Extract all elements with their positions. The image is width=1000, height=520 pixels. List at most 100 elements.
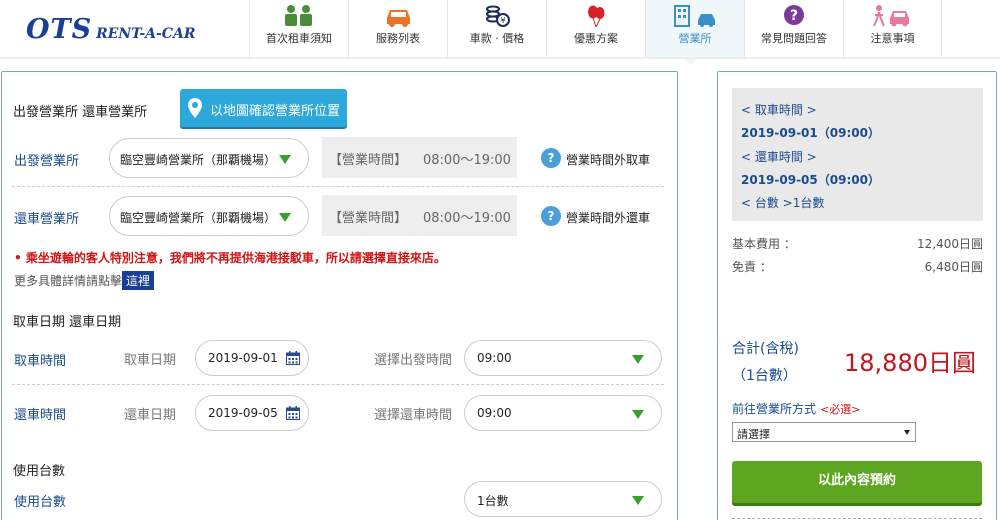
return-time-select[interactable]: 09:00	[464, 395, 662, 431]
nav-offices[interactable]: 營業所	[645, 0, 744, 65]
chevron-down-icon	[632, 410, 644, 419]
total-label: 合計(含稅) （1台數）	[732, 336, 799, 390]
nav-first-time[interactable]: 首次租車須知	[249, 0, 348, 57]
svg-text:?: ?	[790, 8, 798, 24]
fee-value: 6,480日圓	[924, 260, 983, 274]
ots-logo[interactable]: OTS RENT-A-CAR	[26, 14, 196, 45]
return-hours: 【營業時間】 08:00〜19:00	[322, 195, 517, 236]
site-header: OTS RENT-A-CAR 首次租車須知 服務列表 ¥ 車款 · 價格 優惠方…	[0, 0, 1000, 65]
chevron-down-icon	[632, 355, 644, 364]
car-icon	[387, 10, 410, 27]
hours-label: 【營業時間】	[329, 153, 408, 168]
nav-label: 服務列表	[376, 32, 420, 45]
cars-section-title: 使用台數	[13, 464, 66, 479]
car-count-value: 1台數	[477, 494, 509, 508]
depart-office-label: 出發營業所	[14, 154, 80, 169]
pickup-time-value: 09:00	[477, 351, 512, 365]
chevron-down-icon	[279, 213, 291, 222]
summary-pickup-value: 2019-09-01（09:00）	[741, 126, 880, 140]
total-label-line1: 合計(含稅)	[732, 341, 799, 357]
calendar-icon	[286, 351, 300, 365]
fee-label: 免責 ：	[732, 260, 772, 274]
divider	[12, 384, 664, 385]
return-date-label: 還車日期	[124, 408, 177, 423]
after-hours-return[interactable]: 營業時間外還車	[566, 209, 650, 226]
access-method-select[interactable]: 請選擇	[732, 422, 916, 442]
map-pin-icon	[188, 98, 202, 118]
question-icon: ?	[784, 5, 804, 25]
nav-services[interactable]: 服務列表	[348, 0, 447, 57]
people-icon	[285, 5, 312, 26]
calendar-icon	[286, 406, 300, 420]
depart-office-select[interactable]: 臨空豐崎營業所（那覇機場）	[109, 138, 309, 178]
cruise-warning: • 乘坐遊輪的客人特別注意，我們將不再提供海港接駁車，所以請選擇直接來店。	[14, 251, 446, 265]
more-info-text: 更多具體詳情請點擊	[14, 274, 123, 288]
pedestrian-car-icon	[873, 5, 909, 27]
chevron-down-icon	[904, 430, 910, 435]
nav-label: 首次租車須知	[266, 32, 332, 45]
pickup-time-select[interactable]: 09:00	[464, 340, 662, 376]
fee-label: 基本費用 ：	[732, 237, 796, 251]
return-date-input[interactable]: 2019-09-05	[195, 395, 309, 431]
divider	[12, 186, 664, 187]
page: OTS RENT-A-CAR 首次租車須知 服務列表 ¥ 車款 · 價格 優惠方…	[0, 0, 1000, 520]
more-info-link[interactable]: 這裡	[122, 271, 155, 290]
return-time-select-label: 選擇還車時間	[374, 408, 453, 423]
access-method: 前往營業所方式 <必選>	[732, 400, 860, 417]
main-nav: 首次租車須知 服務列表 ¥ 車款 · 價格 優惠方案 營業所 ? 常見問題回答 …	[249, 0, 942, 65]
return-office-value: 臨空豐崎營業所（那覇機場）	[120, 211, 277, 225]
coins-icon: ¥	[486, 5, 510, 27]
pickup-time-label: 取車時間	[14, 354, 67, 369]
return-office-select[interactable]: 臨空豐崎營業所（那覇機場）	[109, 196, 309, 236]
access-method-label: 前往營業所方式	[732, 402, 817, 416]
header-divider	[0, 57, 1000, 59]
svg-text:¥: ¥	[500, 16, 505, 25]
hours-value: 08:00〜19:00	[423, 153, 511, 168]
hours-label: 【營業時間】	[329, 211, 408, 226]
summary-car-count: < 台數 >1台數	[741, 196, 825, 210]
depart-office-value: 臨空豐崎營業所（那覇機場）	[120, 153, 277, 167]
reservation-summary: < 取車時間 > 2019-09-01（09:00） < 還車時間 > 2019…	[717, 71, 997, 520]
total-price: 18,880日圓	[844, 349, 976, 377]
return-date-value: 2019-09-05	[208, 406, 278, 420]
map-button-label: 以地圖確認營業所位置	[210, 104, 341, 119]
nav-notices[interactable]: 注意事項	[843, 0, 942, 57]
car-count-label: 使用台數	[14, 495, 67, 510]
required-badge: <必選>	[820, 403, 861, 416]
nav-prices[interactable]: ¥ 車款 · 價格	[447, 0, 546, 57]
summary-return-value: 2019-09-05（09:00）	[741, 173, 880, 187]
question-icon[interactable]: ?	[541, 206, 561, 226]
pickup-time-select-label: 選擇出發時間	[374, 353, 453, 368]
after-hours-pickup[interactable]: 營業時間外取車	[566, 151, 650, 168]
summary-box: < 取車時間 > 2019-09-01（09:00） < 還車時間 > 2019…	[732, 88, 983, 221]
question-icon[interactable]: ?	[541, 148, 561, 168]
map-confirm-button[interactable]: 以地圖確認營業所位置	[180, 89, 347, 127]
logo-main: OTS	[26, 14, 93, 45]
return-office-label: 還車營業所	[14, 212, 80, 227]
nav-label: 注意事項	[870, 32, 915, 45]
divider	[732, 518, 982, 519]
summary-pickup-heading: < 取車時間 >	[741, 103, 817, 117]
nav-label: 營業所	[678, 32, 712, 45]
car-count-select[interactable]: 1台數	[464, 481, 662, 517]
nav-label: 優惠方案	[574, 32, 618, 45]
chevron-down-icon	[632, 496, 644, 505]
book-button[interactable]: 以此內容預約	[732, 461, 982, 503]
nav-deals[interactable]: 優惠方案	[546, 0, 645, 57]
dates-section-title: 取車日期 還車日期	[13, 315, 122, 330]
balloon-icon	[588, 5, 605, 28]
building-car-icon	[674, 5, 715, 27]
pickup-date-input[interactable]: 2019-09-01	[195, 340, 309, 376]
office-section-title: 出發營業所 還車營業所	[13, 105, 148, 120]
nav-faq[interactable]: ? 常見問題回答	[744, 0, 843, 57]
pickup-date-label: 取車日期	[124, 353, 177, 368]
chevron-down-icon	[279, 155, 291, 164]
more-info: 更多具體詳情請點擊 這裡	[14, 271, 155, 290]
fee-value: 12,400日圓	[917, 237, 983, 251]
logo-sub: RENT-A-CAR	[96, 26, 196, 42]
depart-hours: 【營業時間】 08:00〜19:00	[322, 137, 517, 178]
nav-label: 常見問題回答	[761, 32, 827, 45]
pickup-date-value: 2019-09-01	[208, 351, 278, 365]
return-time-label: 還車時間	[14, 408, 67, 423]
summary-return-heading: < 還車時間 >	[741, 150, 817, 164]
